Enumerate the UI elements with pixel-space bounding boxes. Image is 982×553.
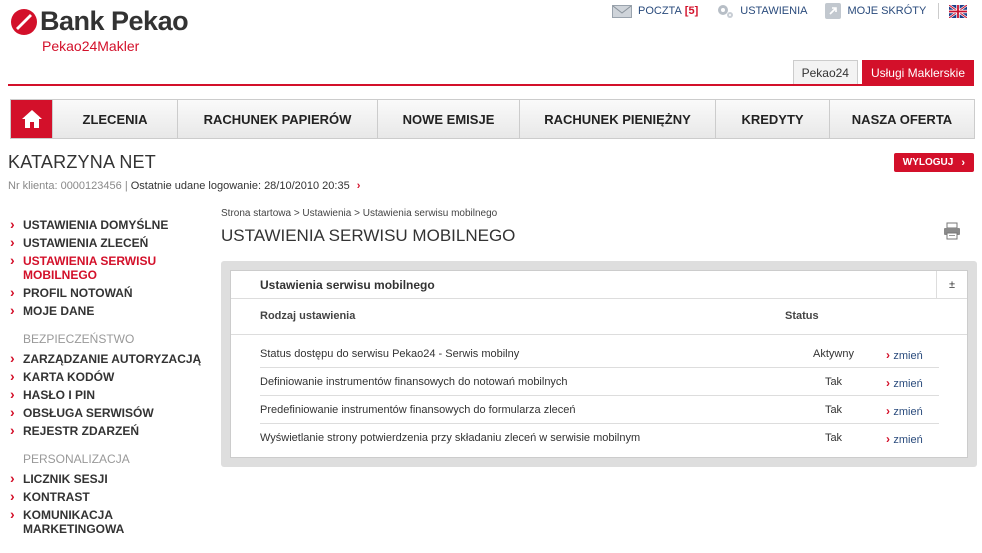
panel-header: Ustawienia serwisu mobilnego ± [231,271,967,299]
chevron-right-icon[interactable]: › [357,180,361,192]
table-row: Status dostępu do serwisu Pekao24 - Serw… [260,340,939,368]
shortcuts-label: MOJE SKRÓTY [847,5,927,17]
table-row: Wyświetlanie strony potwierdzenia przy s… [260,424,939,452]
setting-name: Predefiniowanie instrumentów finansowych… [260,404,576,416]
setting-status: Tak [824,404,843,416]
sidebar-item-order-settings[interactable]: USTAWIENIA ZLECEŃ [8,235,208,250]
tab-pekao24[interactable]: Pekao24 [792,60,858,84]
chevron-right-icon: › [961,156,965,169]
panel-title: Ustawienia serwisu mobilnego [260,278,435,292]
brand-title: Bank Pekao [40,6,189,36]
sidebar-item-authorization[interactable]: ZARZĄDZANIE AUTORYZACJĄ [8,351,208,366]
sidebar-item-session-counter[interactable]: LICZNIK SESJI [8,471,208,486]
table-row: Predefiniowanie instrumentów finansowych… [260,396,939,424]
tab-brokerage[interactable]: Usługi Maklerskie [861,60,974,84]
home-icon [21,110,42,128]
sidebar-item-mobile-settings[interactable]: USTAWIENIA SERWISU MOBILNEGO [8,253,208,282]
settings-link[interactable]: USTAWIENIA [716,3,807,19]
top-links: POCZTA [5] USTAWIENIA MOJE SKRÓTY [612,2,968,20]
change-link[interactable]: zmień [886,348,922,362]
header-divider [8,84,974,86]
nav-credits[interactable]: KREDYTY [715,100,829,138]
sidebar-item-code-card[interactable]: KARTA KODÓW [8,369,208,384]
page-title: USTAWIENIA SERWISU MOBILNEGO [221,226,516,245]
settings-label: USTAWIENIA [740,5,808,17]
shortcuts-link[interactable]: MOJE SKRÓTY [825,3,926,19]
shortcut-icon [825,3,842,19]
nav-orders[interactable]: ZLECENIA [52,100,177,138]
last-login-value: 28/10/2010 20:35 [264,180,350,192]
setting-status: Aktywny [813,348,854,360]
sidebar-item-marketing[interactable]: KOMUNIKACJA MARKETINGOWA [8,507,124,536]
setting-name: Definiowanie instrumentów finansowych do… [260,376,568,388]
column-header-status: Status [785,310,819,322]
sidebar-item-event-log[interactable]: REJESTR ZDARZEŃ [8,423,208,438]
divider [938,3,940,19]
sidebar-item-password-pin[interactable]: HASŁO I PIN [8,387,208,402]
sidebar-item-default-settings[interactable]: USTAWIENIA DOMYŚLNE [8,217,208,232]
change-link[interactable]: zmień [886,376,922,390]
service-tabs: Pekao24 Usługi Maklerskie [789,60,974,84]
setting-name: Wyświetlanie strony potwierdzenia przy s… [260,432,641,444]
settings-panel: Ustawienia serwisu mobilnego ± Rodzaj us… [221,261,977,467]
logout-button[interactable]: WYLOGUJ › [893,153,974,172]
sidebar-heading-personalization: PERSONALIZACJA [23,452,130,466]
print-icon[interactable] [943,222,961,240]
table-row: Definiowanie instrumentów finansowych do… [260,368,939,396]
main-nav: ZLECENIA RACHUNEK PAPIERÓW NOWE EMISJE R… [10,99,975,139]
sidebar-item-my-data[interactable]: MOJE DANE [8,303,208,318]
column-header-setting: Rodzaj ustawienia [260,310,356,322]
logout-label: WYLOGUJ [902,157,954,168]
last-login-label: Ostatnie udane logowanie: [130,180,261,192]
home-button[interactable] [11,100,52,138]
sidebar-item-services[interactable]: OBSŁUGA SERWISÓW [8,405,208,420]
nav-new-issues[interactable]: NOWE EMISJE [377,100,519,138]
sidebar: USTAWIENIA DOMYŚLNE USTAWIENIA ZLECEŃ US… [8,217,208,540]
uk-flag-icon[interactable] [949,4,968,18]
bank-logo-icon [11,9,37,35]
settings-table: Status dostępu do serwisu Pekao24 - Serw… [231,335,967,455]
setting-status: Tak [824,432,843,444]
gear-icon [716,3,734,19]
sidebar-item-quote-profile[interactable]: PROFIL NOTOWAŃ [8,285,208,300]
nav-cash-account[interactable]: RACHUNEK PIENIĘŻNY [519,100,715,138]
sidebar-heading-security: BEZPIECZEŃSTWO [23,332,135,346]
change-link[interactable]: zmień [886,404,922,418]
mail-icon [612,4,632,18]
breadcrumb[interactable]: Strona startowa > Ustawienia > Ustawieni… [221,208,497,219]
settings-panel-body: Ustawienia serwisu mobilnego ± Rodzaj us… [230,270,968,458]
nav-our-offer[interactable]: NASZA OFERTA [829,100,974,138]
user-name: KATARZYNA NET [8,152,156,172]
brand-subtitle: Pekao24Makler [42,38,140,54]
client-info: Nr klienta: 0000123456 | Ostatnie udane … [8,180,360,192]
sidebar-item-contrast[interactable]: KONTRAST [8,489,208,504]
nav-securities-account[interactable]: RACHUNEK PAPIERÓW [177,100,377,138]
collapse-button[interactable]: ± [936,271,967,299]
setting-status: Tak [824,376,843,388]
mail-label: POCZTA [638,5,682,17]
mail-link[interactable]: POCZTA [5] [612,4,699,18]
change-link[interactable]: zmień [886,432,922,446]
mail-count: [5] [684,5,699,17]
client-number: Nr klienta: 0000123456 [8,180,122,192]
table-header: Rodzaj ustawienia Status [231,299,967,335]
setting-name: Status dostępu do serwisu Pekao24 - Serw… [260,348,520,360]
